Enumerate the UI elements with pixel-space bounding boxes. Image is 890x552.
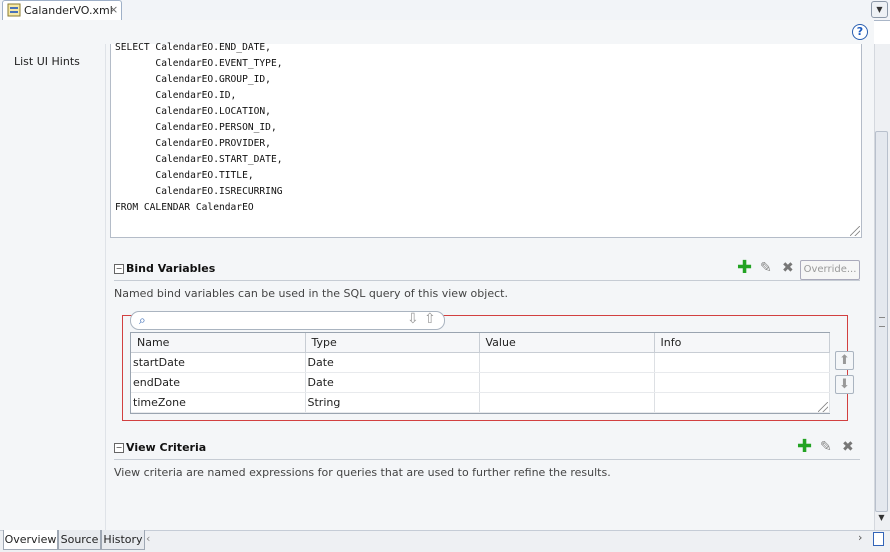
scroll-right-icon[interactable]: › [858, 531, 862, 544]
view-criteria-description: View criteria are named expressions for … [114, 466, 611, 479]
cell-value[interactable] [479, 372, 655, 393]
section-divider [114, 280, 860, 281]
resize-grip-icon[interactable] [850, 226, 860, 236]
nav-item-list-ui-hints[interactable]: List UI Hints [14, 55, 80, 68]
table-resize-grip-icon[interactable] [818, 402, 828, 412]
cell-name[interactable]: timeZone [131, 392, 306, 413]
close-tab-icon[interactable]: × [109, 3, 118, 16]
table-header-row: Name Type Value Info [131, 333, 830, 353]
override-button[interactable]: Override... [800, 260, 860, 280]
sql-query-text: SELECT CalendarEO.END_DATE, CalendarEO.E… [115, 42, 283, 213]
bind-variable-filter-bar[interactable]: ⌕ ⇩ ⇧ [130, 311, 445, 330]
cell-type[interactable]: Date [305, 372, 480, 393]
add-view-criteria-icon[interactable]: ✚ [797, 438, 812, 456]
cell-info[interactable] [654, 352, 830, 373]
split-handle-icon[interactable] [873, 532, 884, 546]
bind-variables-collapse-toggle[interactable]: − [114, 264, 124, 274]
move-down-arrow-icon[interactable]: ⬇ [835, 375, 854, 394]
section-divider [114, 459, 860, 460]
move-up-arrow-icon[interactable]: ⬆ [835, 351, 854, 370]
bind-variables-title: Bind Variables [126, 262, 216, 275]
tab-source[interactable]: Source [58, 530, 101, 550]
delete-view-criteria-icon[interactable]: ✖ [842, 440, 854, 454]
bind-variables-description: Named bind variables can be used in the … [114, 287, 508, 300]
view-criteria-collapse-toggle[interactable]: − [114, 443, 124, 453]
cell-type[interactable]: Date [305, 352, 480, 373]
column-header-value[interactable]: Value [479, 333, 655, 353]
column-header-name[interactable]: Name [131, 333, 306, 353]
add-bind-variable-icon[interactable]: ✚ [737, 259, 752, 277]
table-row[interactable]: timeZone String [131, 392, 830, 413]
tab-history[interactable]: History [101, 530, 145, 550]
view-criteria-title: View Criteria [126, 441, 207, 454]
bind-variables-table: Name Type Value Info startDate Date endD… [130, 332, 830, 414]
editor-tab-calandervo[interactable]: CalanderVO.xml × [2, 0, 122, 20]
column-header-info[interactable]: Info [654, 333, 830, 353]
binoculars-icon[interactable]: ⌕ [139, 313, 146, 328]
scroll-down-icon[interactable]: ▼ [875, 513, 888, 527]
edit-view-criteria-icon[interactable]: ✎ [820, 440, 832, 454]
table-row[interactable]: endDate Date [131, 372, 830, 393]
edit-bind-variable-icon[interactable]: ✎ [760, 261, 772, 275]
cell-value[interactable] [479, 352, 655, 373]
sort-up-icon[interactable]: ⇧ [424, 311, 436, 327]
sort-down-icon[interactable]: ⇩ [407, 311, 419, 327]
cell-type[interactable]: String [305, 392, 480, 413]
tab-overview[interactable]: Overview [3, 530, 58, 550]
cell-info[interactable] [654, 392, 830, 413]
scroll-grip-icon [879, 317, 885, 327]
sql-query-editor[interactable]: SELECT CalendarEO.END_DATE, CalendarEO.E… [110, 42, 862, 238]
column-header-type[interactable]: Type [305, 333, 480, 353]
help-button[interactable]: ? [852, 24, 868, 40]
delete-bind-variable-icon[interactable]: ✖ [782, 261, 794, 275]
cell-value[interactable] [479, 392, 655, 413]
editor-tab-title: CalanderVO.xml [24, 4, 113, 17]
editor-tab-bar [0, 0, 890, 21]
cell-name[interactable]: endDate [131, 372, 306, 393]
cell-info[interactable] [654, 372, 830, 393]
table-row[interactable]: startDate Date [131, 352, 830, 373]
xml-file-icon [7, 3, 21, 17]
cell-name[interactable]: startDate [131, 352, 306, 373]
scroll-left-icon[interactable]: ‹ [146, 532, 150, 545]
tab-list-dropdown-button[interactable]: ▼ [871, 1, 888, 18]
overview-left-nav [0, 44, 106, 530]
